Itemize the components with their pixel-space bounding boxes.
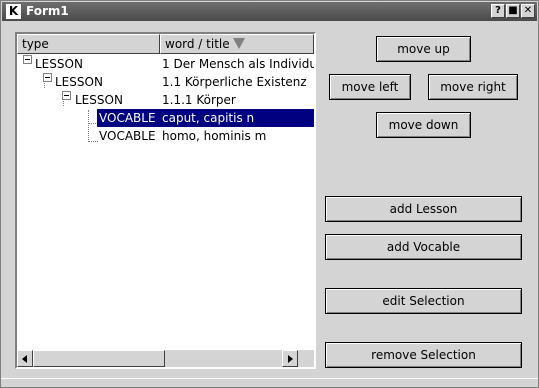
row-title: homo, hominis m	[162, 129, 267, 143]
scrollbar-thumb[interactable]	[33, 350, 165, 367]
scroll-left-button[interactable]	[17, 350, 33, 367]
minimize-button[interactable]: ■	[506, 4, 520, 18]
lesson-tree[interactable]: type word / title LESSON 1 Der Mensch al…	[15, 32, 316, 369]
row-title: 1 Der Mensch als Individuum	[162, 57, 314, 71]
help-button[interactable]: ?	[491, 4, 505, 18]
row-title: caput, capitis n	[162, 111, 255, 125]
collapse-icon[interactable]	[23, 55, 32, 64]
main-window: K Form1 ? ■ ✕ type word / title LESSON 1…	[0, 0, 539, 388]
sort-descending-icon	[233, 38, 245, 49]
row-type: LESSON	[35, 57, 83, 71]
collapse-icon[interactable]	[62, 91, 71, 100]
move-up-button[interactable]: move up	[376, 36, 471, 62]
row-type: LESSON	[75, 93, 123, 107]
app-icon: K	[6, 4, 21, 19]
row-type: VOCABLE	[99, 129, 156, 143]
tree-row-selected[interactable]: VOCABLE caput, capitis n	[17, 109, 314, 127]
title-bar[interactable]: K Form1 ? ■ ✕	[2, 2, 537, 21]
move-right-button[interactable]: move right	[428, 74, 518, 100]
horizontal-scrollbar[interactable]	[17, 350, 298, 367]
column-header-word-title-label: word / title	[165, 37, 230, 51]
remove-selection-button[interactable]: remove Selection	[325, 342, 522, 368]
row-type: LESSON	[55, 75, 103, 89]
window-title: Form1	[26, 4, 69, 18]
scroll-right-button[interactable]	[282, 350, 298, 367]
move-down-button[interactable]: move down	[376, 112, 471, 138]
column-header-word-title[interactable]: word / title	[160, 34, 314, 54]
row-title: 1.1 Körperliche Existenz	[162, 75, 307, 89]
arrow-left-icon	[22, 355, 27, 363]
tree-row[interactable]: VOCABLE homo, hominis m	[17, 127, 314, 145]
close-button[interactable]: ✕	[521, 4, 535, 18]
move-left-button[interactable]: move left	[329, 74, 411, 100]
tree-row[interactable]: LESSON 1 Der Mensch als Individuum	[17, 55, 314, 73]
tree-row[interactable]: LESSON 1.1.1 Körper	[17, 91, 314, 109]
tree-row[interactable]: LESSON 1.1 Körperliche Existenz	[17, 73, 314, 91]
scrollbar-corner	[298, 350, 314, 367]
window-bottom-border[interactable]	[1, 378, 538, 387]
column-header-type[interactable]: type	[17, 34, 160, 54]
edit-selection-button[interactable]: edit Selection	[325, 288, 522, 314]
row-title: 1.1.1 Körper	[162, 93, 236, 107]
tree-header: type word / title	[17, 34, 314, 54]
arrow-right-icon	[288, 355, 293, 363]
row-type: VOCABLE	[99, 111, 156, 125]
collapse-icon[interactable]	[43, 73, 52, 82]
add-vocable-button[interactable]: add Vocable	[325, 234, 522, 260]
add-lesson-button[interactable]: add Lesson	[325, 196, 522, 222]
